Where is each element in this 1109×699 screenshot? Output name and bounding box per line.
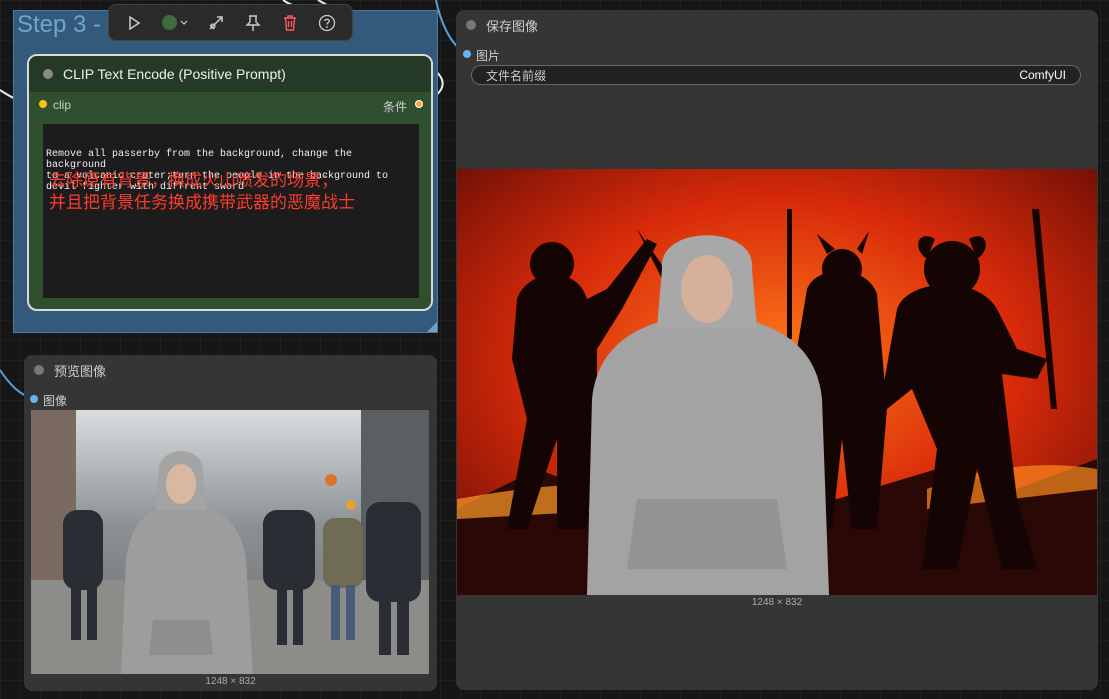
- image-input-slot[interactable]: [463, 50, 471, 58]
- collapse-dot-icon[interactable]: [34, 365, 44, 375]
- color-dot-icon: [161, 15, 177, 30]
- collapse-dot-icon[interactable]: [466, 20, 476, 30]
- bypass-button[interactable]: [202, 9, 230, 37]
- node-title: 保存图像: [486, 18, 539, 34]
- node-toolbar: [108, 4, 353, 41]
- play-icon: [128, 15, 140, 30]
- output-image: [457, 169, 1097, 595]
- node-title: 预览图像: [54, 363, 107, 379]
- node-header[interactable]: 保存图像: [456, 10, 1098, 40]
- preview-image-node[interactable]: 预览图像 图像 1248 × 832: [24, 355, 437, 691]
- node-header[interactable]: CLIP Text Encode (Positive Prompt): [29, 56, 431, 92]
- filename-prefix-field[interactable]: 文件名前缀 ComfyUI: [471, 65, 1081, 85]
- color-picker-button[interactable]: [157, 9, 193, 37]
- annotation-line-1: 去除原有背景，换成火山喷发的场景；: [49, 171, 338, 190]
- clip-text-encode-node[interactable]: CLIP Text Encode (Positive Prompt) clip …: [27, 54, 433, 311]
- node-header[interactable]: 预览图像: [24, 355, 437, 385]
- image-input-slot[interactable]: [30, 395, 38, 403]
- trash-icon: [284, 14, 297, 31]
- pin-button[interactable]: [239, 9, 267, 37]
- save-image-node[interactable]: 保存图像 图片 文件名前缀 ComfyUI 1248 × 832: [456, 10, 1098, 690]
- delete-button[interactable]: [276, 9, 304, 37]
- chevron-down-icon: [180, 20, 188, 25]
- group-title: Step 3 -: [17, 11, 102, 38]
- help-icon: [319, 14, 336, 31]
- filename-prefix-label: 文件名前缀: [486, 68, 547, 83]
- bypass-icon: [209, 15, 223, 30]
- preview-image: [31, 410, 429, 674]
- clip-input-slot[interactable]: [39, 100, 47, 108]
- pin-icon: [245, 14, 261, 31]
- annotation-line-2: 并且把背景任务换成携带武器的恶魔战士: [49, 193, 355, 212]
- filename-prefix-value: ComfyUI: [1019, 68, 1066, 82]
- help-button[interactable]: [313, 9, 341, 37]
- image-input-label: 图片: [476, 49, 501, 63]
- image-size-caption: 1248 × 832: [751, 597, 803, 608]
- image-size-caption: 1248 × 832: [205, 676, 256, 687]
- condition-output-slot[interactable]: [415, 100, 423, 108]
- group-resize-handle[interactable]: [427, 322, 437, 332]
- node-title: CLIP Text Encode (Positive Prompt): [63, 66, 286, 82]
- condition-output-label: 条件: [382, 100, 407, 114]
- clip-input-label: clip: [53, 98, 72, 112]
- image-input-label: 图像: [43, 394, 68, 408]
- play-button[interactable]: [120, 9, 148, 37]
- collapse-dot-icon[interactable]: [43, 69, 53, 79]
